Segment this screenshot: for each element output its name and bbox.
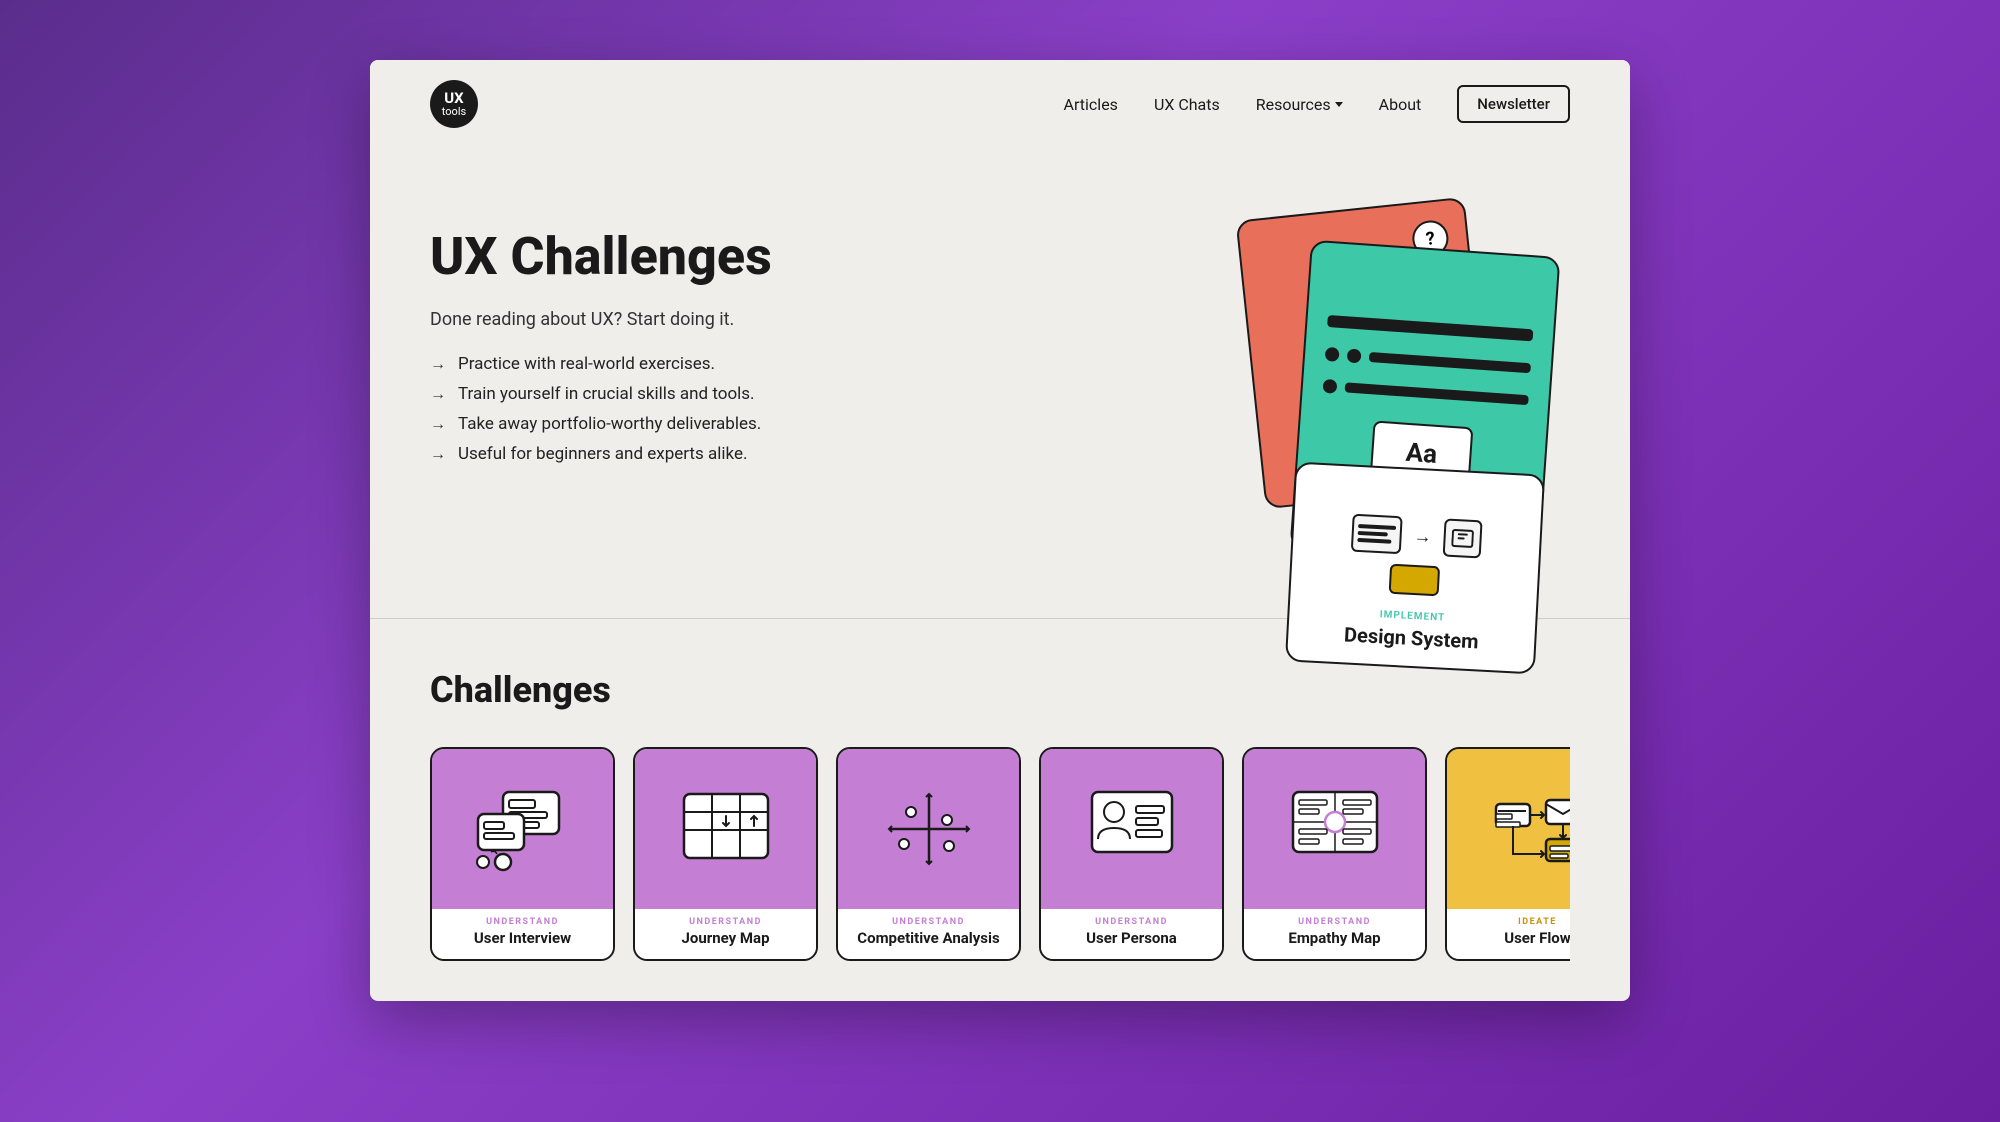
nav-resources[interactable]: Resources — [1256, 95, 1343, 114]
card-label-user-flow: IDEATE User Flow — [1447, 909, 1570, 959]
arrow-icon-3: → — [430, 414, 446, 434]
chevron-down-icon — [1335, 102, 1343, 107]
card-name-competitive: Competitive Analysis — [857, 929, 999, 947]
card-competitive-analysis[interactable]: UNDERSTAND Competitive Analysis — [836, 747, 1021, 961]
card-user-flow[interactable]: IDEATE User Flow — [1445, 747, 1570, 961]
card-category-user-flow: IDEATE — [1518, 917, 1557, 927]
card-illustration-empathy — [1244, 749, 1425, 909]
logo-circle: UX tools — [430, 80, 478, 128]
challenges-title: Challenges — [430, 669, 1570, 711]
card-illustration-user-flow — [1447, 749, 1570, 909]
card-name-user-interview: User Interview — [474, 929, 571, 947]
card-user-interview[interactable]: UNDERSTAND User Interview — [430, 747, 615, 961]
card-category-empathy: UNDERSTAND — [1298, 917, 1371, 927]
nav-articles[interactable]: Articles — [1064, 95, 1118, 114]
card-category-competitive: UNDERSTAND — [892, 917, 965, 927]
card-label-competitive: UNDERSTAND Competitive Analysis — [838, 909, 1019, 959]
challenges-section: Challenges — [370, 619, 1630, 1001]
hero-content: UX Challenges Done reading about UX? Sta… — [430, 208, 772, 464]
card-category-label: IMPLEMENT — [1379, 609, 1445, 623]
hero-illustration: ? — [1190, 188, 1570, 548]
newsletter-button[interactable]: Newsletter — [1457, 85, 1570, 123]
challenges-grid: UNDERSTAND User Interview — [430, 747, 1570, 961]
card-illustration-persona — [1041, 749, 1222, 909]
logo[interactable]: UX tools — [430, 80, 478, 128]
nav-about[interactable]: About — [1379, 95, 1422, 114]
hero-subtitle: Done reading about UX? Start doing it. — [430, 309, 772, 330]
card-name-user-flow: User Flow — [1504, 929, 1570, 947]
card-category-journey-map: UNDERSTAND — [689, 917, 762, 927]
card-label-persona: UNDERSTAND User Persona — [1041, 909, 1222, 959]
nav-ux-chats[interactable]: UX Chats — [1154, 95, 1220, 114]
nav-links: Articles UX Chats Resources About Newsle… — [1064, 85, 1570, 123]
card-illustration-user-interview — [432, 749, 613, 909]
logo-text-ux: UX — [444, 90, 463, 107]
hero-list: → Practice with real-world exercises. → … — [430, 354, 772, 464]
bullet-1-text: Practice with real-world exercises. — [458, 354, 715, 374]
card-label-journey-map: UNDERSTAND Journey Map — [635, 909, 816, 959]
arrow-icon-4: → — [430, 444, 446, 464]
navbar: UX tools Articles UX Chats Resources Abo… — [370, 60, 1630, 148]
bullet-3: → Take away portfolio-worthy deliverable… — [430, 414, 772, 434]
hero-section: UX Challenges Done reading about UX? Sta… — [370, 148, 1630, 618]
card-category-persona: UNDERSTAND — [1095, 917, 1168, 927]
bullet-2: → Train yourself in crucial skills and t… — [430, 384, 772, 404]
arrow-icon-2: → — [430, 384, 446, 404]
card-user-persona[interactable]: UNDERSTAND User Persona — [1039, 747, 1224, 961]
bullet-1: → Practice with real-world exercises. — [430, 354, 772, 374]
hero-title: UX Challenges — [430, 228, 772, 285]
card-label-empathy: UNDERSTAND Empathy Map — [1244, 909, 1425, 959]
card-category-user-interview: UNDERSTAND — [486, 917, 559, 927]
card-title: Design System — [1344, 622, 1480, 653]
bullet-2-text: Train yourself in crucial skills and too… — [458, 384, 755, 404]
card-journey-map[interactable]: UNDERSTAND Journey Map — [633, 747, 818, 961]
card-illustration-journey-map — [635, 749, 816, 909]
card-empathy-map[interactable]: UNDERSTAND Empathy Map — [1242, 747, 1427, 961]
arrow-icon-1: → — [430, 354, 446, 374]
card-name-journey-map: Journey Map — [681, 929, 769, 947]
bullet-3-text: Take away portfolio-worthy deliverables. — [458, 414, 761, 434]
bullet-4: → Useful for beginners and experts alike… — [430, 444, 772, 464]
page-wrapper: UX tools Articles UX Chats Resources Abo… — [370, 60, 1630, 1001]
card-design-system: → IMPLEMENT Design System — [1285, 462, 1545, 675]
card-name-empathy: Empathy Map — [1288, 929, 1380, 947]
card-label-user-interview: UNDERSTAND User Interview — [432, 909, 613, 959]
card-illustration-competitive — [838, 749, 1019, 909]
nav-resources-label: Resources — [1256, 95, 1331, 114]
bullet-4-text: Useful for beginners and experts alike. — [458, 444, 747, 464]
card-name-persona: User Persona — [1086, 929, 1177, 947]
logo-text-tools: tools — [442, 106, 466, 118]
